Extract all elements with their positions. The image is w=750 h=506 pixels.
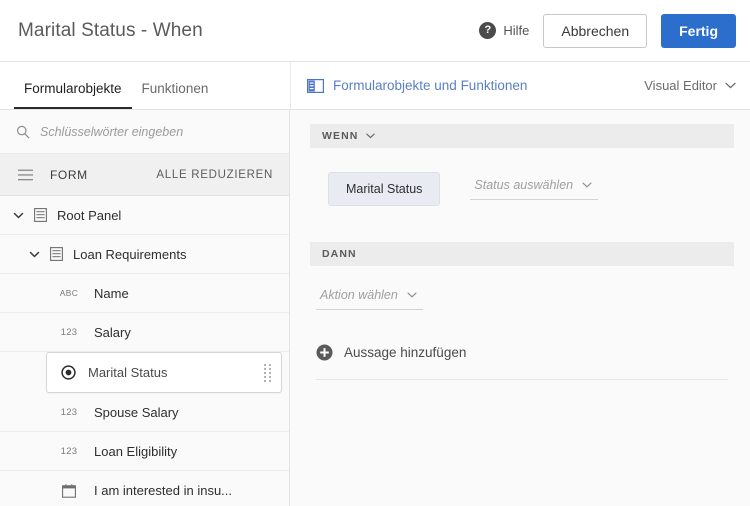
- calendar-icon: [58, 483, 80, 498]
- form-objects-tree: Root Panel Loan Requirements ABC Name 12…: [0, 196, 289, 506]
- editor-body: FORM ALLE REDUZIEREN: [0, 110, 750, 506]
- rule-canvas: WENN Marital Status Status auswählen DAN…: [290, 110, 750, 506]
- when-operator-placeholder: Status auswählen: [474, 178, 574, 192]
- header-actions: ? Hilfe Abbrechen Fertig: [479, 13, 736, 48]
- hamburger-icon[interactable]: [18, 169, 33, 181]
- chevron-down-icon: [725, 82, 736, 89]
- when-object-chip[interactable]: Marital Status: [328, 172, 441, 206]
- number-icon: 123: [60, 445, 78, 457]
- visual-editor-label: Visual Editor: [644, 78, 717, 93]
- tree-item-root-panel[interactable]: Root Panel: [0, 196, 289, 235]
- add-statement-label: Aussage hinzufügen: [344, 345, 467, 360]
- then-action-dropdown[interactable]: Aktion wählen: [316, 288, 423, 310]
- tree-item-insurance[interactable]: I am interested in insu...: [0, 471, 289, 506]
- tree-item-spouse-salary[interactable]: 123 Spouse Salary: [0, 393, 289, 432]
- panel-icon: [50, 247, 63, 261]
- tree-item-marital-status[interactable]: Marital Status: [46, 352, 282, 393]
- tab-funktionen[interactable]: Funktionen: [132, 81, 219, 109]
- chevron-down-icon[interactable]: [12, 209, 25, 222]
- panel-icon: [34, 208, 47, 222]
- drag-handle-icon[interactable]: [264, 363, 271, 382]
- form-objects-link-label: Formularobjekte und Funktionen: [333, 78, 528, 93]
- form-header-bar: FORM ALLE REDUZIEREN: [0, 154, 289, 196]
- form-label: FORM: [50, 167, 88, 182]
- tree-item-label: Loan Eligibility: [94, 443, 178, 459]
- tree-item-label: Root Panel: [57, 207, 122, 223]
- editor-toolbar: Formularobjekte und Funktionen Visual Ed…: [290, 62, 750, 109]
- help-label: Hilfe: [503, 23, 530, 38]
- tree-item-label: Marital Status: [88, 365, 168, 380]
- form-objects-sidebar: FORM ALLE REDUZIEREN: [0, 110, 290, 506]
- when-title: WENN: [322, 130, 359, 142]
- number-icon: 123: [60, 406, 78, 418]
- tree-item-loan-eligibility[interactable]: 123 Loan Eligibility: [0, 432, 289, 471]
- done-button[interactable]: Fertig: [661, 13, 736, 48]
- text-icon: ABC: [59, 288, 79, 298]
- window-header: Marital Status - When ? Hilfe Abbrechen …: [0, 0, 750, 62]
- cancel-button[interactable]: Abbrechen: [543, 13, 648, 48]
- search-input[interactable]: [40, 124, 250, 139]
- chevron-down-icon[interactable]: [28, 248, 41, 261]
- rule-editor-window: Marital Status - When ? Hilfe Abbrechen …: [0, 0, 750, 506]
- then-section: DANN Aktion wählen: [310, 206, 734, 310]
- chevron-down-icon[interactable]: [366, 133, 376, 139]
- then-action-row: Aktion wählen: [310, 266, 734, 310]
- chevron-down-icon: [407, 292, 417, 298]
- form-objects-and-functions-link[interactable]: Formularobjekte und Funktionen: [307, 78, 527, 93]
- plus-circle-icon: [316, 344, 333, 361]
- visual-editor-select[interactable]: Visual Editor: [644, 78, 736, 93]
- tree-item-loan-requirements[interactable]: Loan Requirements: [0, 235, 289, 274]
- help-link[interactable]: ? Hilfe: [479, 22, 529, 39]
- question-circle-icon: ?: [479, 22, 497, 39]
- panel-layout-icon: [307, 78, 324, 93]
- tree-item-label: Loan Requirements: [73, 246, 187, 262]
- tree-item-name[interactable]: ABC Name: [0, 274, 289, 313]
- toolbar-strip: Formularobjekte Funktionen Formularobjek…: [0, 62, 750, 110]
- search-icon: [17, 125, 30, 138]
- then-section-header: DANN: [310, 242, 734, 266]
- radio-icon: [61, 365, 76, 380]
- collapse-all-link[interactable]: ALLE REDUZIEREN: [156, 169, 273, 181]
- tree-item-label: Spouse Salary: [94, 404, 179, 420]
- page-title: Marital Status - When: [18, 19, 203, 41]
- tree-item-salary[interactable]: 123 Salary: [0, 313, 289, 352]
- when-condition-row: Marital Status Status auswählen: [310, 148, 734, 206]
- search-bar: [0, 110, 289, 154]
- add-statement-button[interactable]: Aussage hinzufügen: [310, 310, 734, 361]
- tab-bar: Formularobjekte Funktionen: [0, 62, 290, 109]
- number-icon: 123: [60, 326, 78, 338]
- when-operator-dropdown[interactable]: Status auswählen: [470, 178, 599, 200]
- tab-formularobjekte[interactable]: Formularobjekte: [14, 81, 132, 109]
- when-section-header[interactable]: WENN: [310, 124, 734, 148]
- then-title: DANN: [322, 248, 357, 260]
- divider: [316, 379, 728, 380]
- tree-item-label: Salary: [94, 324, 131, 340]
- tree-item-label: Name: [94, 285, 129, 301]
- then-action-placeholder: Aktion wählen: [320, 288, 398, 302]
- tree-item-label: I am interested in insu...: [94, 483, 233, 498]
- chevron-down-icon: [582, 182, 592, 188]
